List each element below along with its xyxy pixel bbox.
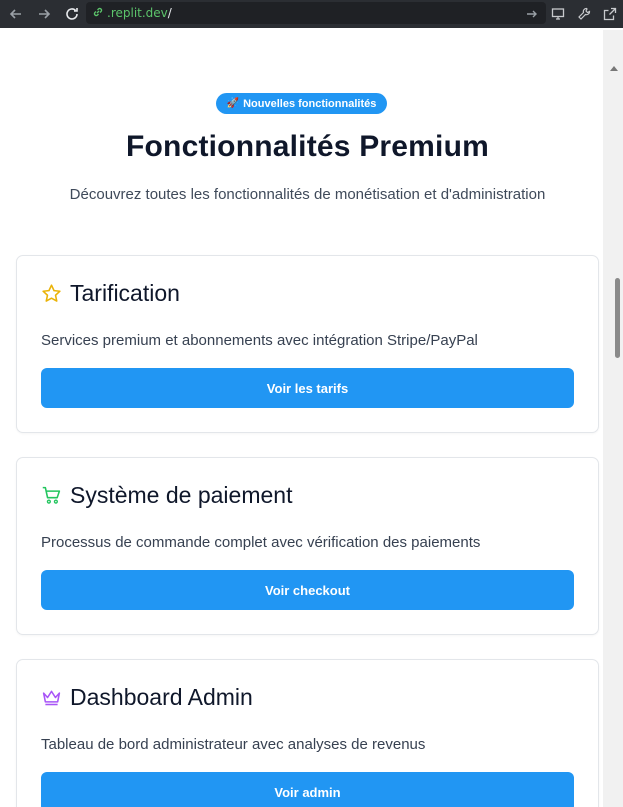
card-title: Tarification — [70, 280, 180, 306]
arrow-right-icon[interactable] — [519, 2, 545, 26]
wrench-icon[interactable] — [571, 2, 597, 26]
admin-dashboard-card: Dashboard Admin Tableau de bord administ… — [16, 659, 599, 807]
external-link-icon[interactable] — [597, 2, 623, 26]
view-pricing-button[interactable]: Voir les tarifs — [41, 368, 574, 408]
url-path: / — [167, 6, 172, 20]
back-icon[interactable] — [4, 2, 28, 26]
card-description: Tableau de bord administrateur avec anal… — [41, 736, 426, 753]
card-title: Dashboard Admin — [70, 684, 253, 710]
pricing-card: Tarification Services premium et abonnem… — [16, 255, 599, 433]
page-content: 🚀 Nouvelles fonctionnalités Fonctionnali… — [0, 30, 603, 807]
link-icon — [92, 6, 104, 21]
page-subtitle: Découvrez toutes les fonctionnalités de … — [69, 186, 546, 203]
star-icon — [41, 283, 62, 304]
payment-card: Système de paiement Processus de command… — [16, 457, 599, 635]
badge-label: Nouvelles fonctionnalités — [243, 97, 377, 110]
new-features-badge: 🚀 Nouvelles fonctionnalités — [215, 93, 388, 114]
browser-toolbar: .replit.dev / — [0, 0, 623, 28]
forward-icon[interactable] — [32, 2, 56, 26]
shopping-cart-icon — [41, 485, 62, 506]
rocket-icon: 🚀 — [226, 98, 240, 109]
reload-icon[interactable] — [60, 2, 84, 26]
url-host: .replit.dev — [107, 6, 168, 20]
scroll-thumb[interactable] — [615, 278, 620, 358]
page-title: Fonctionnalités Premium — [126, 130, 489, 163]
monitor-icon[interactable] — [545, 2, 571, 26]
view-admin-button[interactable]: Voir admin — [41, 772, 574, 807]
address-bar[interactable]: .replit.dev / — [86, 2, 546, 24]
card-description: Processus de commande complet avec vérif… — [41, 534, 481, 551]
card-title: Système de paiement — [70, 482, 293, 508]
card-description: Services premium et abonnements avec int… — [41, 332, 478, 349]
scroll-up-icon[interactable] — [610, 66, 618, 71]
view-checkout-button[interactable]: Voir checkout — [41, 570, 574, 610]
page-scrollbar[interactable] — [603, 30, 623, 807]
crown-icon — [41, 687, 62, 708]
